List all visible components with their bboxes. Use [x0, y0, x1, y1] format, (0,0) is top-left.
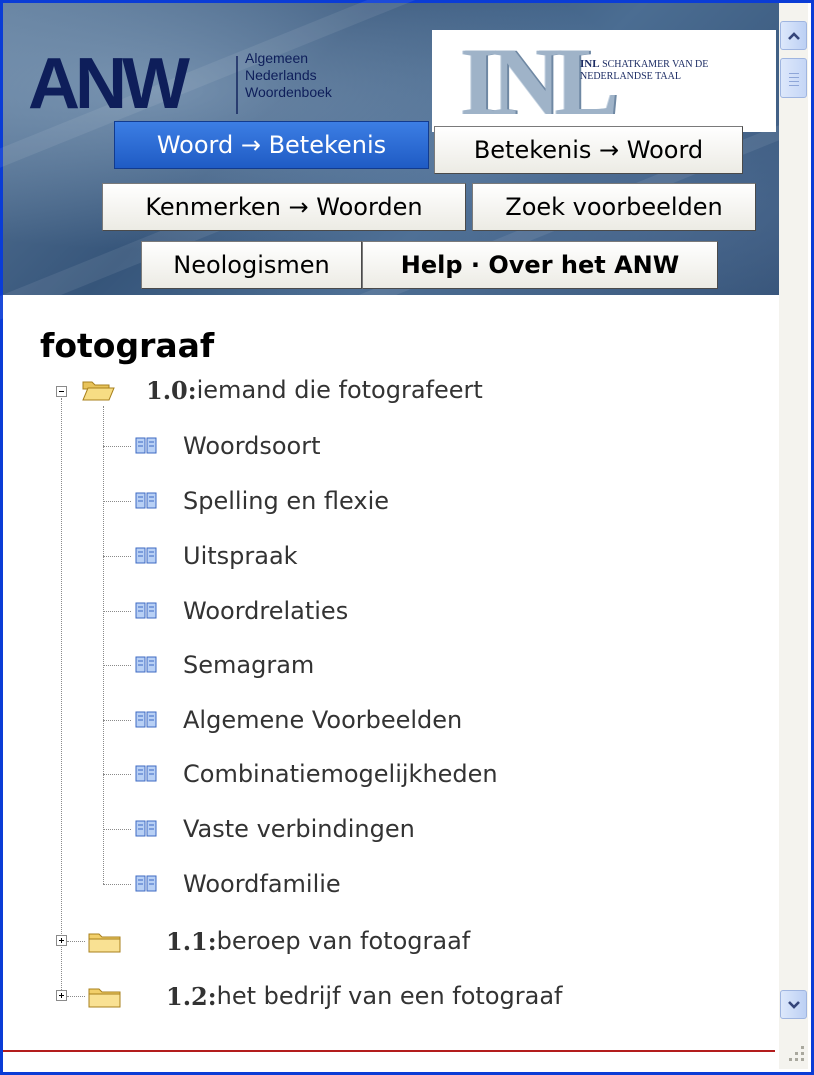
section-item-algemene-voorbeelden[interactable]: Algemene Voorbeelden [183, 701, 462, 739]
open-folder-icon [82, 381, 115, 401]
anw-subtitle: Algemeen Nederlands Woordenboek [245, 50, 332, 101]
resize-grip-icon[interactable] [779, 1040, 808, 1069]
sense-number: 1.0: [146, 375, 197, 405]
book-icon [135, 875, 157, 892]
inl-tagline-bold: INL [580, 58, 600, 70]
book-icon [135, 492, 157, 509]
scroll-up-icon[interactable] [780, 21, 807, 50]
book-icon [135, 547, 157, 564]
minus-box-icon[interactable] [56, 386, 67, 397]
inl-tagline-rest: SCHATKAMER VAN DE NEDERLANDSE TAAL [580, 59, 709, 82]
book-icon [135, 602, 157, 619]
tree-line [61, 398, 62, 996]
entry-word-title: fotograaf [40, 326, 215, 365]
section-item-vaste-verbindingen[interactable]: Vaste verbindingen [183, 810, 415, 848]
sense-number: 1.1: [166, 926, 217, 956]
section-item-woordfamilie[interactable]: Woordfamilie [183, 865, 341, 903]
sense-row-1-0[interactable]: 1.0: iemand die fotografeert [146, 371, 483, 409]
plus-box-icon[interactable] [56, 935, 67, 946]
closed-folder-icon [88, 933, 121, 953]
section-item-woordrelaties[interactable]: Woordrelaties [183, 592, 348, 630]
book-icon [135, 765, 157, 782]
section-item-semagram[interactable]: Semagram [183, 646, 314, 684]
tree-line [103, 406, 104, 884]
anw-subtitle-line: Nederlands [245, 67, 317, 83]
footer-rule [3, 1050, 775, 1052]
anw-subtitle-line: Algemeen [245, 50, 309, 66]
book-icon [135, 437, 157, 454]
sense-row-1-1[interactable]: 1.1: beroep van fotograaf [166, 922, 470, 960]
plus-box-icon[interactable] [56, 990, 67, 1001]
tab-help-over-anw[interactable]: Help · Over het ANW [362, 241, 718, 289]
anw-logo[interactable]: ANW [28, 48, 190, 120]
anw-subtitle-line: Woordenboek [245, 84, 332, 100]
sense-text: iemand die fotografeert [196, 376, 483, 404]
vertical-scrollbar[interactable] [779, 3, 808, 1040]
scrollbar-thumb[interactable] [780, 58, 807, 98]
sense-row-1-2[interactable]: 1.2: het bedrijf van een fotograaf [166, 977, 562, 1015]
tab-kenmerken-woorden[interactable]: Kenmerken → Woorden [102, 183, 466, 231]
tab-neologismen[interactable]: Neologismen [141, 241, 362, 289]
book-icon [135, 656, 157, 673]
sense-text: beroep van fotograaf [216, 927, 471, 955]
book-icon [135, 820, 157, 837]
closed-folder-icon [88, 988, 121, 1008]
section-item-uitspraak[interactable]: Uitspraak [183, 537, 298, 575]
tab-zoek-voorbeelden[interactable]: Zoek voorbeelden [472, 183, 756, 231]
scroll-down-icon[interactable] [780, 990, 807, 1019]
section-item-spelling[interactable]: Spelling en flexie [183, 482, 389, 520]
section-item-woordsoort[interactable]: Woordsoort [183, 427, 321, 465]
section-item-combinatiemogelijkheden[interactable]: Combinatiemogelijkheden [183, 755, 498, 793]
sense-number: 1.2: [166, 981, 217, 1011]
logo-separator [236, 56, 238, 114]
tab-woord-betekenis[interactable]: Woord → Betekenis [114, 121, 429, 169]
book-icon [135, 711, 157, 728]
tab-betekenis-woord[interactable]: Betekenis → Woord [434, 126, 743, 174]
inl-tagline: INL SCHATKAMER VAN DE NEDERLANDSE TAAL [580, 58, 770, 83]
sense-text: het bedrijf van een fotograaf [216, 982, 563, 1010]
